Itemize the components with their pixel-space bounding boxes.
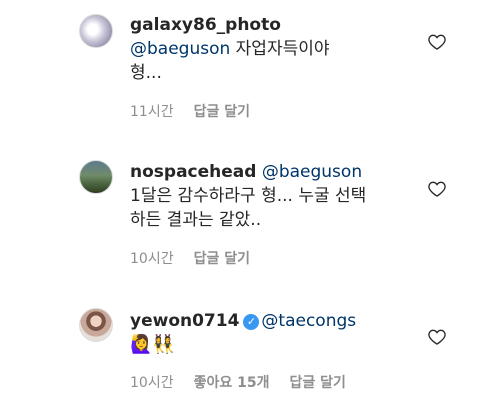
comment-text: 하든 결과는 같았.. <box>130 210 262 230</box>
comment-body: nospacehead @baeguson 1달은 감수하라구 형... 누굴 … <box>130 160 420 232</box>
avatar[interactable] <box>79 14 113 48</box>
comment-text: 자업자득이야 <box>230 39 330 59</box>
emoji-text: 🙋‍♀️👯‍♀️ <box>130 334 175 355</box>
timestamp: 11시간 <box>130 104 174 120</box>
username-link[interactable]: nospacehead <box>130 162 256 182</box>
comment-body: galaxy86_photo @baeguson 자업자득이야 형... <box>130 13 420 85</box>
mention-link[interactable]: @baeguson <box>262 162 362 182</box>
timestamp: 10시간 <box>130 375 174 391</box>
likes-count-button[interactable]: 좋아요 15개 <box>194 375 270 391</box>
comment-meta: 10시간 좋아요 15개 답글 달기 <box>130 372 366 392</box>
username-link[interactable]: galaxy86_photo <box>130 15 281 35</box>
reply-button[interactable]: 답글 달기 <box>289 375 345 391</box>
comment-text: 형... <box>130 63 162 83</box>
avatar[interactable] <box>79 160 113 194</box>
comment-meta: 10시간 답글 달기 <box>130 248 270 268</box>
mention-link[interactable]: @baeguson <box>130 39 230 59</box>
avatar[interactable] <box>79 308 113 342</box>
reply-button[interactable]: 답글 달기 <box>194 104 250 120</box>
heart-icon[interactable] <box>427 179 447 199</box>
heart-icon[interactable] <box>427 32 447 52</box>
timestamp: 10시간 <box>130 251 174 267</box>
comment-meta: 11시간 답글 달기 <box>130 101 270 121</box>
username-link[interactable]: yewon0714 <box>130 311 239 331</box>
comment-text: 1달은 감수하라구 형... 누굴 선택 <box>130 186 367 206</box>
verified-badge-icon: ✓ <box>243 314 260 330</box>
mention-link[interactable]: @taecongs <box>261 311 356 331</box>
heart-icon[interactable] <box>427 327 447 347</box>
reply-button[interactable]: 답글 달기 <box>194 251 250 267</box>
comment-body: yewon0714 ✓ @taecongs 🙋‍♀️👯‍♀️ <box>130 309 420 357</box>
